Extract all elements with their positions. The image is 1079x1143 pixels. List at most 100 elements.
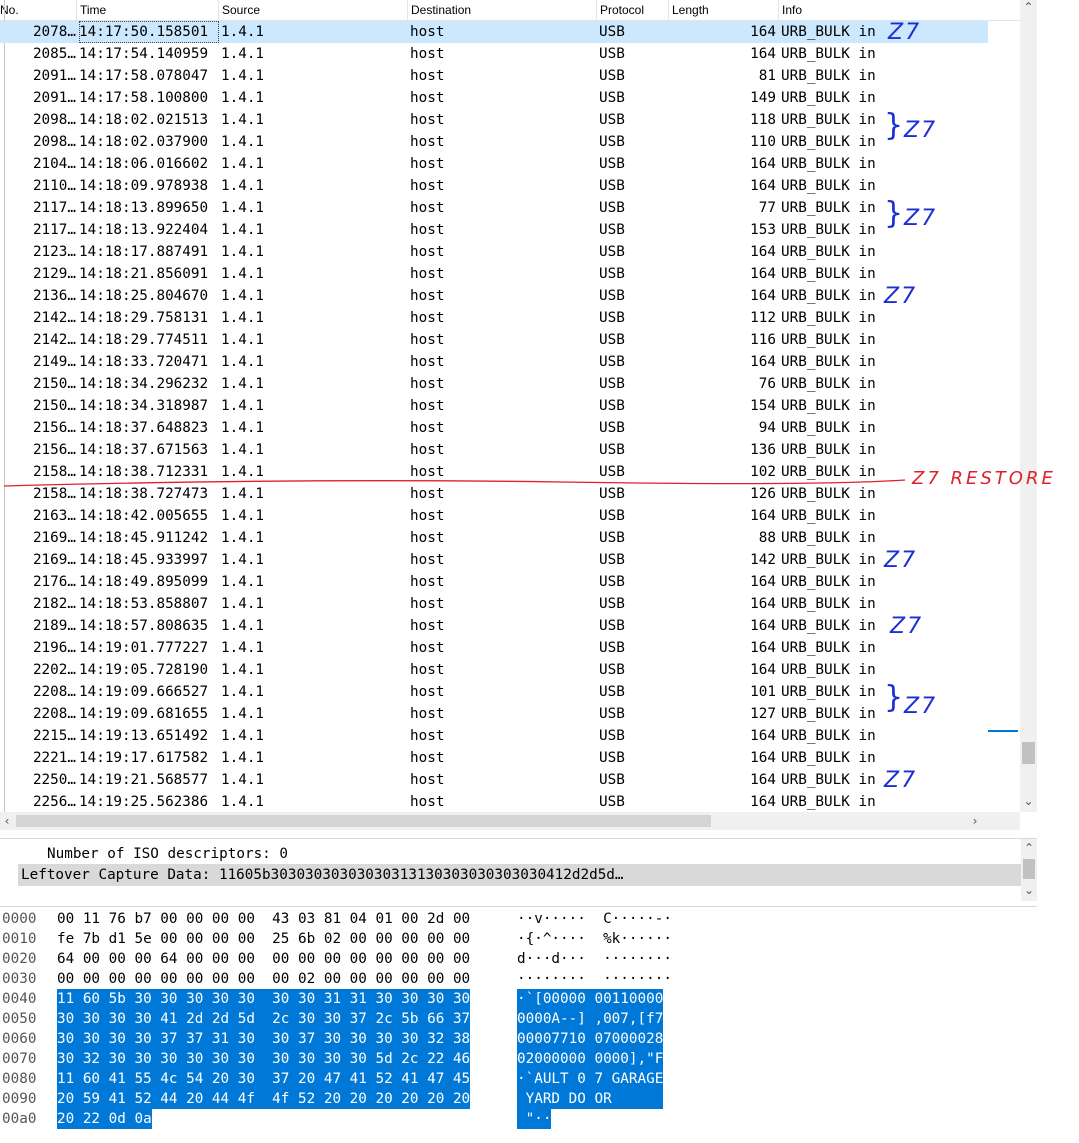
packet-cell-src: 1.4.1	[221, 178, 265, 194]
packet-list-horizontal-scrollbar[interactable]: ‹ ›	[0, 812, 1020, 830]
packet-row[interactable]: 2256… 14:19:25.562386 1.4.1 host USB 164 URB_B…	[0, 791, 988, 812]
scroll-down-arrow-icon[interactable]: ⌄	[1021, 883, 1037, 897]
packet-row[interactable]: 2156… 14:18:37.648823 1.4.1 host USB 94 URB_BU…	[0, 417, 988, 439]
packet-cell-no: 2142…	[32, 332, 76, 348]
scroll-up-arrow-icon[interactable]: ⌃	[1021, 841, 1037, 855]
hex-bytes[interactable]: 30 30 30 30 41 2d 2d 5d 2c 30 30 37 2c 5…	[57, 1009, 471, 1029]
packet-cell-info: URB_BULK in	[781, 200, 876, 216]
packet-row[interactable]: 2182… 14:18:53.858807 1.4.1 host USB 164 URB_B…	[0, 593, 988, 615]
hex-bytes[interactable]: 64 00 00 00 64 00 00 00 00 00 00 00 00 0…	[57, 949, 470, 969]
packet-row[interactable]: 2156… 14:18:37.671563 1.4.1 host USB 136 URB_B…	[0, 439, 988, 461]
hex-ascii[interactable]: ··v····· C·····-·	[517, 909, 672, 929]
scroll-thumb[interactable]	[1022, 742, 1035, 764]
hex-bytes[interactable]: 00 00 00 00 00 00 00 00 00 02 00 00 00 0…	[57, 969, 470, 989]
packet-row[interactable]: 2123… 14:18:17.887491 1.4.1 host USB 164 URB_B…	[0, 241, 988, 263]
packet-cell-len: 136	[750, 442, 776, 458]
hex-bytes[interactable]: 20 59 41 52 44 20 44 4f 4f 52 20 20 20 2…	[57, 1089, 471, 1109]
packet-cell-len: 164	[750, 24, 776, 40]
packet-cell-dst: host	[410, 728, 445, 744]
column-header-protocol[interactable]: Protocol	[597, 0, 669, 20]
packet-row[interactable]: 2110… 14:18:09.978938 1.4.1 host USB 164 URB_B…	[0, 175, 988, 197]
packet-cell-len: 110	[750, 134, 776, 150]
hex-ascii[interactable]: 0000A--] ,007,[f7	[517, 1009, 664, 1029]
packet-cell-src: 1.4.1	[221, 706, 265, 722]
hex-ascii[interactable]: "··	[517, 1109, 552, 1129]
scroll-down-arrow-icon[interactable]: ⌄	[1020, 794, 1037, 810]
packet-row[interactable]: 2250… 14:19:21.568577 1.4.1 host USB 164 URB_B…	[0, 769, 988, 791]
packet-cell-dst: host	[410, 684, 445, 700]
packet-row[interactable]: 2136… 14:18:25.804670 1.4.1 host USB 164 URB_B…	[0, 285, 988, 307]
packet-cell-dst: host	[410, 288, 445, 304]
scroll-right-arrow-icon[interactable]: ›	[964, 812, 986, 830]
packet-cell-proto: USB	[599, 706, 625, 722]
hex-ascii[interactable]: d···d··· ········	[517, 949, 672, 969]
column-header-time[interactable]: Time	[77, 0, 219, 20]
column-header-destination[interactable]: Destination	[408, 0, 597, 20]
packet-row[interactable]: 2215… 14:19:13.651492 1.4.1 host USB 164 URB_B…	[0, 725, 988, 747]
hex-bytes[interactable]: fe 7b d1 5e 00 00 00 00 25 6b 02 00 00 0…	[57, 929, 470, 949]
packet-row[interactable]: 2149… 14:18:33.720471 1.4.1 host USB 164 URB_B…	[0, 351, 988, 373]
column-header-source[interactable]: Source	[219, 0, 408, 20]
packet-row[interactable]: 2091… 14:17:58.100800 1.4.1 host USB 149 URB_B…	[0, 87, 988, 109]
packet-row[interactable]: 2169… 14:18:45.933997 1.4.1 host USB 142 URB_B…	[0, 549, 988, 571]
column-header-length[interactable]: Length	[669, 0, 779, 20]
packet-row[interactable]: 2117… 14:18:13.922404 1.4.1 host USB 153 URB_B…	[0, 219, 988, 241]
packet-row[interactable]: 2176… 14:18:49.895099 1.4.1 host USB 164 URB_B…	[0, 571, 988, 593]
packet-row[interactable]: 2189… 14:18:57.808635 1.4.1 host USB 164 URB_B…	[0, 615, 988, 637]
packet-row[interactable]: 2142… 14:18:29.758131 1.4.1 host USB 112 URB_B…	[0, 307, 988, 329]
packet-row[interactable]: 2196… 14:19:01.777227 1.4.1 host USB 164 URB_B…	[0, 637, 988, 659]
horizontal-scroll-thumb[interactable]	[16, 815, 711, 827]
packet-list[interactable]: No. Time Source Destination Protocol Len…	[0, 0, 1020, 812]
hex-offset: 00a0	[2, 1111, 37, 1127]
hex-ascii[interactable]: ·`[00000 00110000	[517, 989, 664, 1009]
packet-row[interactable]: 2163… 14:18:42.005655 1.4.1 host USB 164 URB_B…	[0, 505, 988, 527]
column-header-info[interactable]: Info	[779, 0, 1020, 20]
packet-row[interactable]: 2104… 14:18:06.016602 1.4.1 host USB 164 URB_B…	[0, 153, 988, 175]
packet-cell-no: 2208…	[32, 706, 76, 722]
packet-cell-proto: USB	[599, 178, 625, 194]
packet-row[interactable]: 2142… 14:18:29.774511 1.4.1 host USB 116 URB_B…	[0, 329, 988, 351]
packet-row[interactable]: 2098… 14:18:02.037900 1.4.1 host USB 110 URB_B…	[0, 131, 988, 153]
scroll-up-arrow-icon[interactable]: ⌃	[1020, 0, 1037, 16]
hex-bytes[interactable]: 30 32 30 30 30 30 30 30 30 30 30 30 5d 2…	[57, 1049, 471, 1069]
hex-ascii[interactable]: ········ ········	[517, 969, 672, 989]
scroll-left-arrow-icon[interactable]: ‹	[0, 812, 14, 830]
packet-row[interactable]: 2091… 14:17:58.078047 1.4.1 host USB 81 URB_BU…	[0, 65, 988, 87]
packet-cell-info: URB_BULK in	[781, 442, 876, 458]
packet-row[interactable]: 2117… 14:18:13.899650 1.4.1 host USB 77 URB_BU…	[0, 197, 988, 219]
packet-cell-info: URB_BULK in	[781, 222, 876, 238]
column-header-no[interactable]: No.	[0, 0, 77, 20]
packet-row[interactable]: 2129… 14:18:21.856091 1.4.1 host USB 164 URB_B…	[0, 263, 988, 285]
packet-row[interactable]: 2085… 14:17:54.140959 1.4.1 host USB 164 URB_B…	[0, 43, 988, 65]
packet-row[interactable]: 2208… 14:19:09.666527 1.4.1 host USB 101 URB_B…	[0, 681, 988, 703]
detail-iso-descriptors[interactable]: Number of ISO descriptors: 0	[47, 843, 288, 865]
packet-row[interactable]: 2221… 14:19:17.617582 1.4.1 host USB 164 URB_B…	[0, 747, 988, 769]
packet-row[interactable]: 2150… 14:18:34.318987 1.4.1 host USB 154 URB_B…	[0, 395, 988, 417]
hex-ascii[interactable]: YARD DO OR	[517, 1089, 664, 1109]
hex-ascii[interactable]: 00007710 07000028	[517, 1029, 664, 1049]
hex-ascii[interactable]: 02000000 0000],"F	[517, 1049, 664, 1069]
packet-cell-no: 2091…	[32, 90, 76, 106]
packet-cell-dst: host	[410, 332, 445, 348]
packet-row[interactable]: 2202… 14:19:05.728190 1.4.1 host USB 164 URB_B…	[0, 659, 988, 681]
packet-list-vertical-scrollbar[interactable]: ⌃ ⌄	[1020, 0, 1037, 812]
hex-ascii[interactable]: ·`AULT 0 7 GARAGE	[517, 1069, 664, 1089]
detail-leftover-capture-data[interactable]: Leftover Capture Data: 11605b30303030303…	[18, 864, 1021, 886]
hex-bytes[interactable]: 11 60 41 55 4c 54 20 30 37 20 47 41 52 4…	[57, 1069, 471, 1089]
hex-bytes[interactable]: 00 11 76 b7 00 00 00 00 43 03 81 04 01 0…	[57, 909, 470, 929]
hex-bytes[interactable]: 11 60 5b 30 30 30 30 30 30 30 31 31 30 3…	[57, 989, 471, 1009]
packet-row[interactable]: 2208… 14:19:09.681655 1.4.1 host USB 127 URB_B…	[0, 703, 988, 725]
hex-bytes[interactable]: 30 30 30 30 37 37 31 30 30 37 30 30 30 3…	[57, 1029, 471, 1049]
packet-row[interactable]: 2098… 14:18:02.021513 1.4.1 host USB 118 URB_B…	[0, 109, 988, 131]
packet-cell-dst: host	[410, 552, 445, 568]
packet-cell-no: 2117…	[32, 200, 76, 216]
hex-bytes[interactable]: 20 22 0d 0a	[57, 1109, 152, 1129]
hex-ascii[interactable]: ·{·^···· %k······	[517, 929, 672, 949]
details-scroll-thumb[interactable]	[1023, 859, 1035, 879]
packet-row[interactable]: 2078… 14:17:50.158501 1.4.1 host USB 164 URB_B…	[0, 21, 988, 43]
packet-details-pane[interactable]: Number of ISO descriptors: 0 Leftover Ca…	[0, 838, 1037, 901]
packet-bytes-pane[interactable]: 0000 00 11 76 b7 00 00 00 00 43 03 81 04 …	[0, 906, 1037, 1143]
packet-row[interactable]: 2169… 14:18:45.911242 1.4.1 host USB 88 URB_BU…	[0, 527, 988, 549]
packet-row[interactable]: 2150… 14:18:34.296232 1.4.1 host USB 76 URB_BU…	[0, 373, 988, 395]
details-vertical-scrollbar[interactable]: ⌃ ⌄	[1021, 839, 1037, 901]
